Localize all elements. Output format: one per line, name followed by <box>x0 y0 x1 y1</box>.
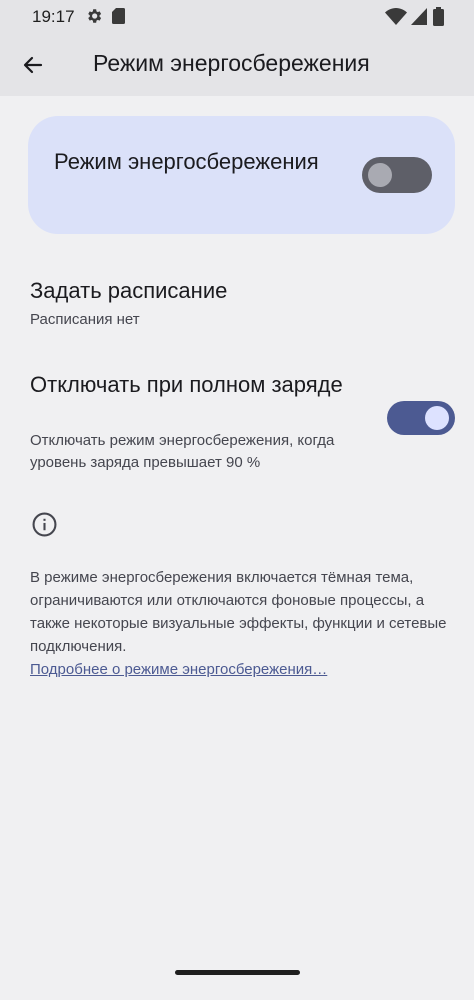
battery-saver-label: Режим энергосбережения <box>54 149 319 174</box>
status-bar: 19:17 <box>0 0 474 34</box>
info-icon <box>32 512 57 537</box>
wifi-icon <box>385 8 407 25</box>
battery-icon <box>433 7 444 26</box>
status-time: 19:17 <box>32 7 75 26</box>
gesture-nav-handle[interactable] <box>175 970 300 975</box>
back-button[interactable] <box>14 47 52 83</box>
battery-saver-main-toggle-card[interactable]: Режим энергосбережения <box>28 116 455 234</box>
sd-card-icon <box>112 8 125 24</box>
set-schedule-item[interactable]: Задать расписание Расписания нет <box>0 268 474 338</box>
schedule-subtitle: Расписания нет <box>30 311 140 328</box>
app-bar: Режим энергосбережения <box>0 34 474 96</box>
info-text: В режиме энергосбережения включается тём… <box>30 569 447 655</box>
arrow-back-icon <box>23 56 43 74</box>
learn-more-link[interactable]: Подробнее о режиме энергосбережения… <box>30 659 327 681</box>
full-charge-description: Отключать режим энергосбережения, когда … <box>30 432 335 471</box>
signal-icon <box>411 8 427 25</box>
page-title: Режим энергосбережения <box>93 50 370 76</box>
gear-icon <box>88 9 102 23</box>
turn-off-when-charged-item[interactable]: Отключать при полном заряде Отключать ре… <box>0 362 474 478</box>
schedule-title: Задать расписание <box>30 278 228 303</box>
switch-thumb <box>368 163 392 187</box>
battery-saver-switch[interactable] <box>362 157 432 193</box>
switch-thumb <box>425 406 449 430</box>
full-charge-title: Отключать при полном заряде <box>30 372 343 397</box>
full-charge-switch[interactable] <box>387 401 455 435</box>
